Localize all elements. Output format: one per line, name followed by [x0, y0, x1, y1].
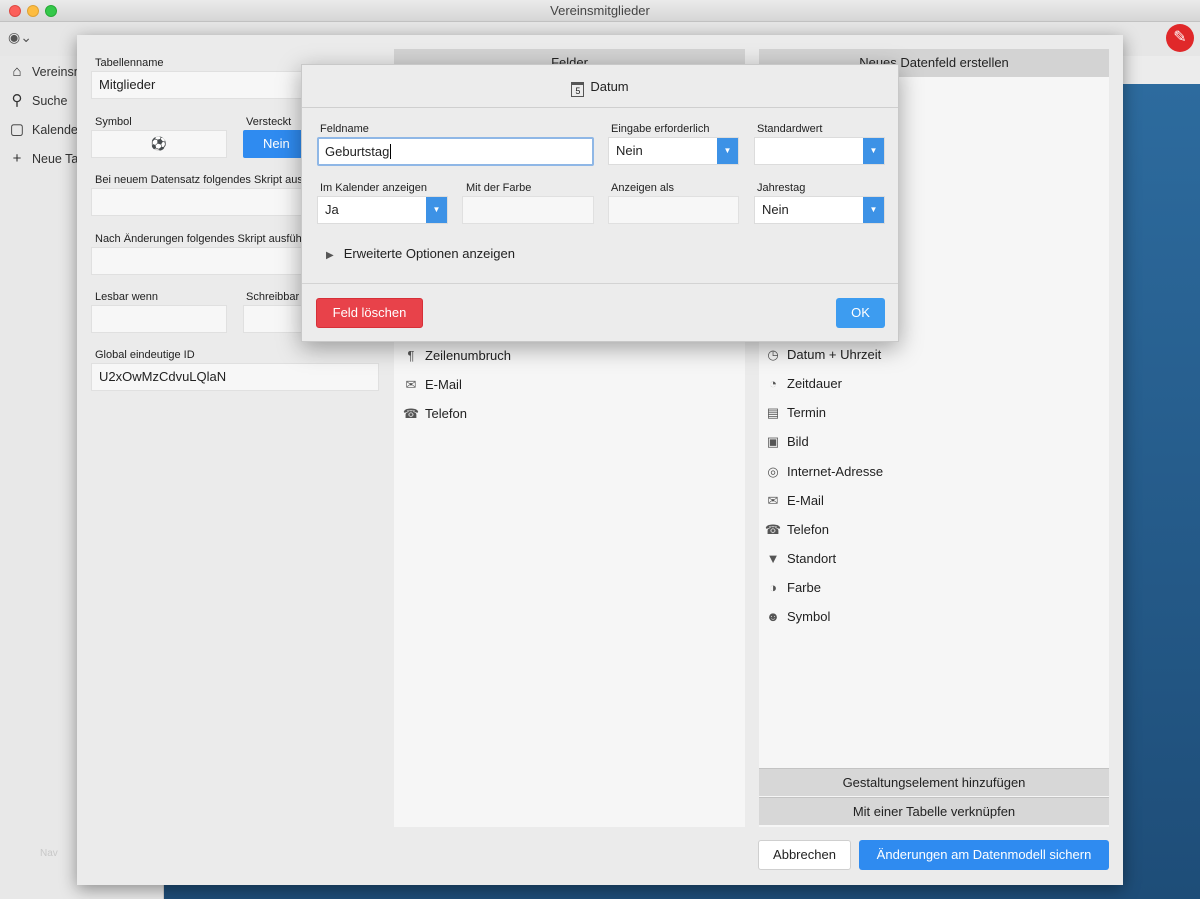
chevron-down-icon: ▼: [863, 197, 884, 223]
new-field-phone[interactable]: ☎ Telefon: [762, 519, 829, 541]
anniversary-label: Jahrestag: [757, 182, 806, 194]
image-icon: ▣: [766, 434, 780, 449]
new-field-datetime[interactable]: ◷ Datum + Uhrzeit: [762, 344, 881, 366]
text-caret: [390, 144, 392, 159]
phone-icon: ☎: [402, 406, 420, 421]
new-field-location[interactable]: ▼ Standort: [762, 548, 837, 570]
symbol-picker[interactable]: ⚽: [91, 130, 227, 158]
pilcrow-icon: ¶: [407, 348, 415, 363]
calendar-icon: ▢: [9, 121, 25, 138]
dialog-divider: [302, 283, 898, 284]
default-value-label: Standardwert: [757, 123, 823, 135]
home-icon: ⌂: [12, 63, 22, 80]
location-pin-icon: ▼: [766, 551, 780, 566]
globe-icon: ◎: [767, 464, 779, 479]
email-icon: ✉: [405, 377, 417, 392]
new-field-email[interactable]: ✉ E-Mail: [762, 490, 824, 512]
soccer-ball-icon: ⚽: [150, 136, 168, 151]
list-item[interactable]: ☎ Telefon: [400, 403, 467, 425]
appointment-icon: ▤: [766, 405, 780, 420]
default-value-select[interactable]: ▼: [754, 137, 885, 165]
email-icon: ✉: [767, 493, 779, 508]
new-field-internet-address[interactable]: ◎ Internet-Adresse: [762, 461, 883, 483]
required-select[interactable]: Nein ▼: [608, 137, 739, 165]
new-record-script-label: Bei neuem Datensatz folgendes Skript aus…: [95, 174, 305, 186]
writable-when-label: Schreibbar wenn: [246, 291, 301, 303]
chevron-down-icon: ▼: [426, 197, 447, 223]
sidebar-item-suche[interactable]: ⚲ Suche: [8, 88, 68, 114]
minimize-window-button[interactable]: [27, 5, 39, 17]
field-name-input[interactable]: Geburtstag: [317, 137, 594, 166]
advanced-options-toggle[interactable]: ▶ Erweiterte Optionen anzeigen: [326, 246, 515, 261]
field-name-label: Feldname: [320, 123, 369, 135]
datetime-icon: ◷: [767, 347, 779, 362]
color-icon: ◑: [769, 580, 777, 595]
duration-icon: ◔: [769, 376, 777, 391]
with-color-input[interactable]: [462, 196, 594, 224]
save-data-model-button[interactable]: Änderungen am Datenmodell sichern: [859, 840, 1109, 870]
delete-field-button[interactable]: Feld löschen: [316, 298, 423, 328]
window-title: Vereinsmitglieder: [550, 3, 650, 18]
close-window-button[interactable]: [9, 5, 21, 17]
show-in-calendar-select[interactable]: Ja ▼: [317, 196, 448, 224]
table-name-label: Tabellenname: [95, 57, 164, 69]
add-design-element-button[interactable]: Gestaltungselement hinzufügen: [759, 768, 1109, 796]
wrench-icon[interactable]: ✎: [1166, 24, 1194, 52]
new-field-symbol[interactable]: ☻ Symbol: [762, 606, 830, 628]
readable-when-label: Lesbar wenn: [95, 291, 158, 303]
dialog-title: 5 Datum: [302, 65, 898, 108]
ok-button[interactable]: OK: [836, 298, 885, 328]
list-item[interactable]: ¶ Zeilenumbruch: [400, 345, 512, 367]
calendar-icon: 5: [571, 82, 585, 97]
global-id-value: U2xOwMzCdvuLQlaN: [91, 363, 379, 391]
new-field-image[interactable]: ▣ Bild: [762, 431, 809, 453]
after-change-script-label: Nach Änderungen folgendes Skript ausführ…: [95, 233, 305, 245]
hidden-label: Versteckt: [246, 116, 292, 128]
display-as-input[interactable]: [608, 196, 739, 224]
search-icon: ⚲: [11, 92, 23, 109]
field-edit-dialog: 5 Datum Feldname Geburtstag Eingabe erfor…: [301, 64, 899, 342]
display-as-label: Anzeigen als: [611, 182, 674, 194]
new-field-duration[interactable]: ◔ Zeitdauer: [762, 373, 842, 395]
phone-icon: ☎: [764, 522, 782, 537]
plus-icon: +: [12, 150, 22, 167]
sidebar-item-kalender[interactable]: ▢ Kalender: [8, 117, 82, 143]
required-label: Eingabe erforderlich: [611, 123, 710, 135]
show-in-calendar-label: Im Kalender anzeigen: [320, 182, 428, 194]
list-item[interactable]: ✉ E-Mail: [400, 374, 462, 396]
disclosure-triangle-icon: ▶: [326, 250, 334, 261]
symbol-icon: ☻: [766, 609, 780, 624]
new-field-color[interactable]: ◑ Farbe: [762, 577, 821, 599]
chevron-down-icon: ▼: [717, 138, 738, 164]
symbol-label: Symbol: [95, 116, 132, 128]
readable-when-input[interactable]: [91, 305, 227, 333]
anniversary-select[interactable]: Nein ▼: [754, 196, 885, 224]
chevron-down-icon: ▼: [863, 138, 884, 164]
link-table-button[interactable]: Mit einer Tabelle verknüpfen: [759, 797, 1109, 825]
view-options-icon[interactable]: ◉⌄: [8, 29, 32, 46]
sidebar-footer-label: Nav: [40, 848, 58, 859]
window-titlebar: Vereinsmitglieder: [0, 0, 1200, 22]
cancel-button[interactable]: Abbrechen: [758, 840, 851, 870]
new-field-appointment[interactable]: ▤ Termin: [762, 402, 826, 424]
global-id-label: Global eindeutige ID: [95, 349, 195, 361]
maximize-window-button[interactable]: [45, 5, 57, 17]
with-color-label: Mit der Farbe: [466, 182, 532, 194]
